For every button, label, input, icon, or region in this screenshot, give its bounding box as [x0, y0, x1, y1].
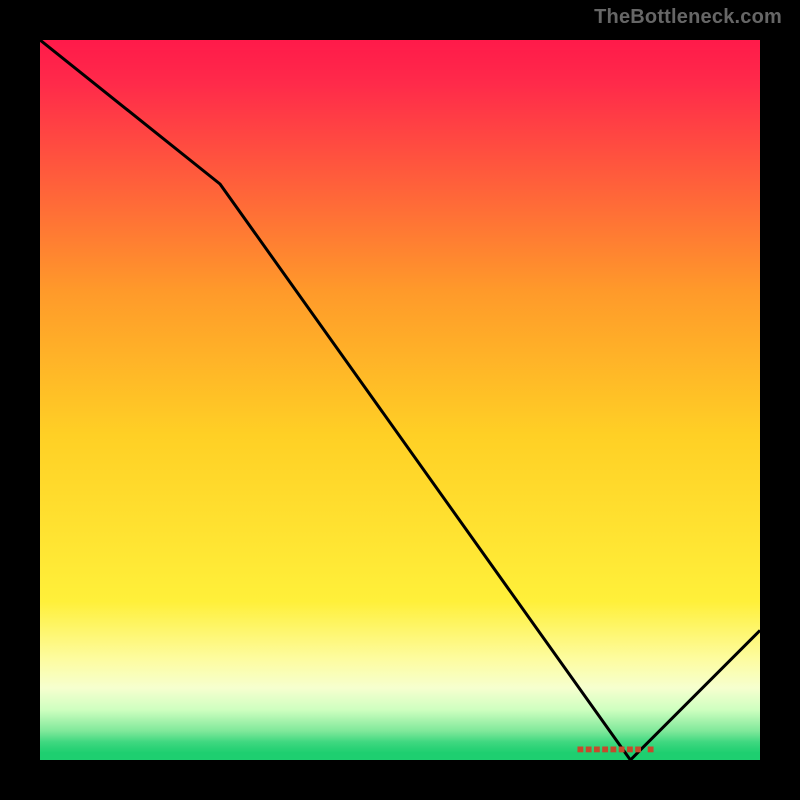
optimal-marker-label: ■■■■■■■■ ■ [577, 742, 656, 756]
chart-svg: ■■■■■■■■ ■ [40, 40, 760, 760]
chart-frame: TheBottleneck.com ■■■■■■■■ ■ [0, 0, 800, 800]
gradient-background [40, 40, 760, 760]
watermark-label: TheBottleneck.com [594, 6, 782, 29]
plot-area: ■■■■■■■■ ■ [40, 40, 760, 760]
